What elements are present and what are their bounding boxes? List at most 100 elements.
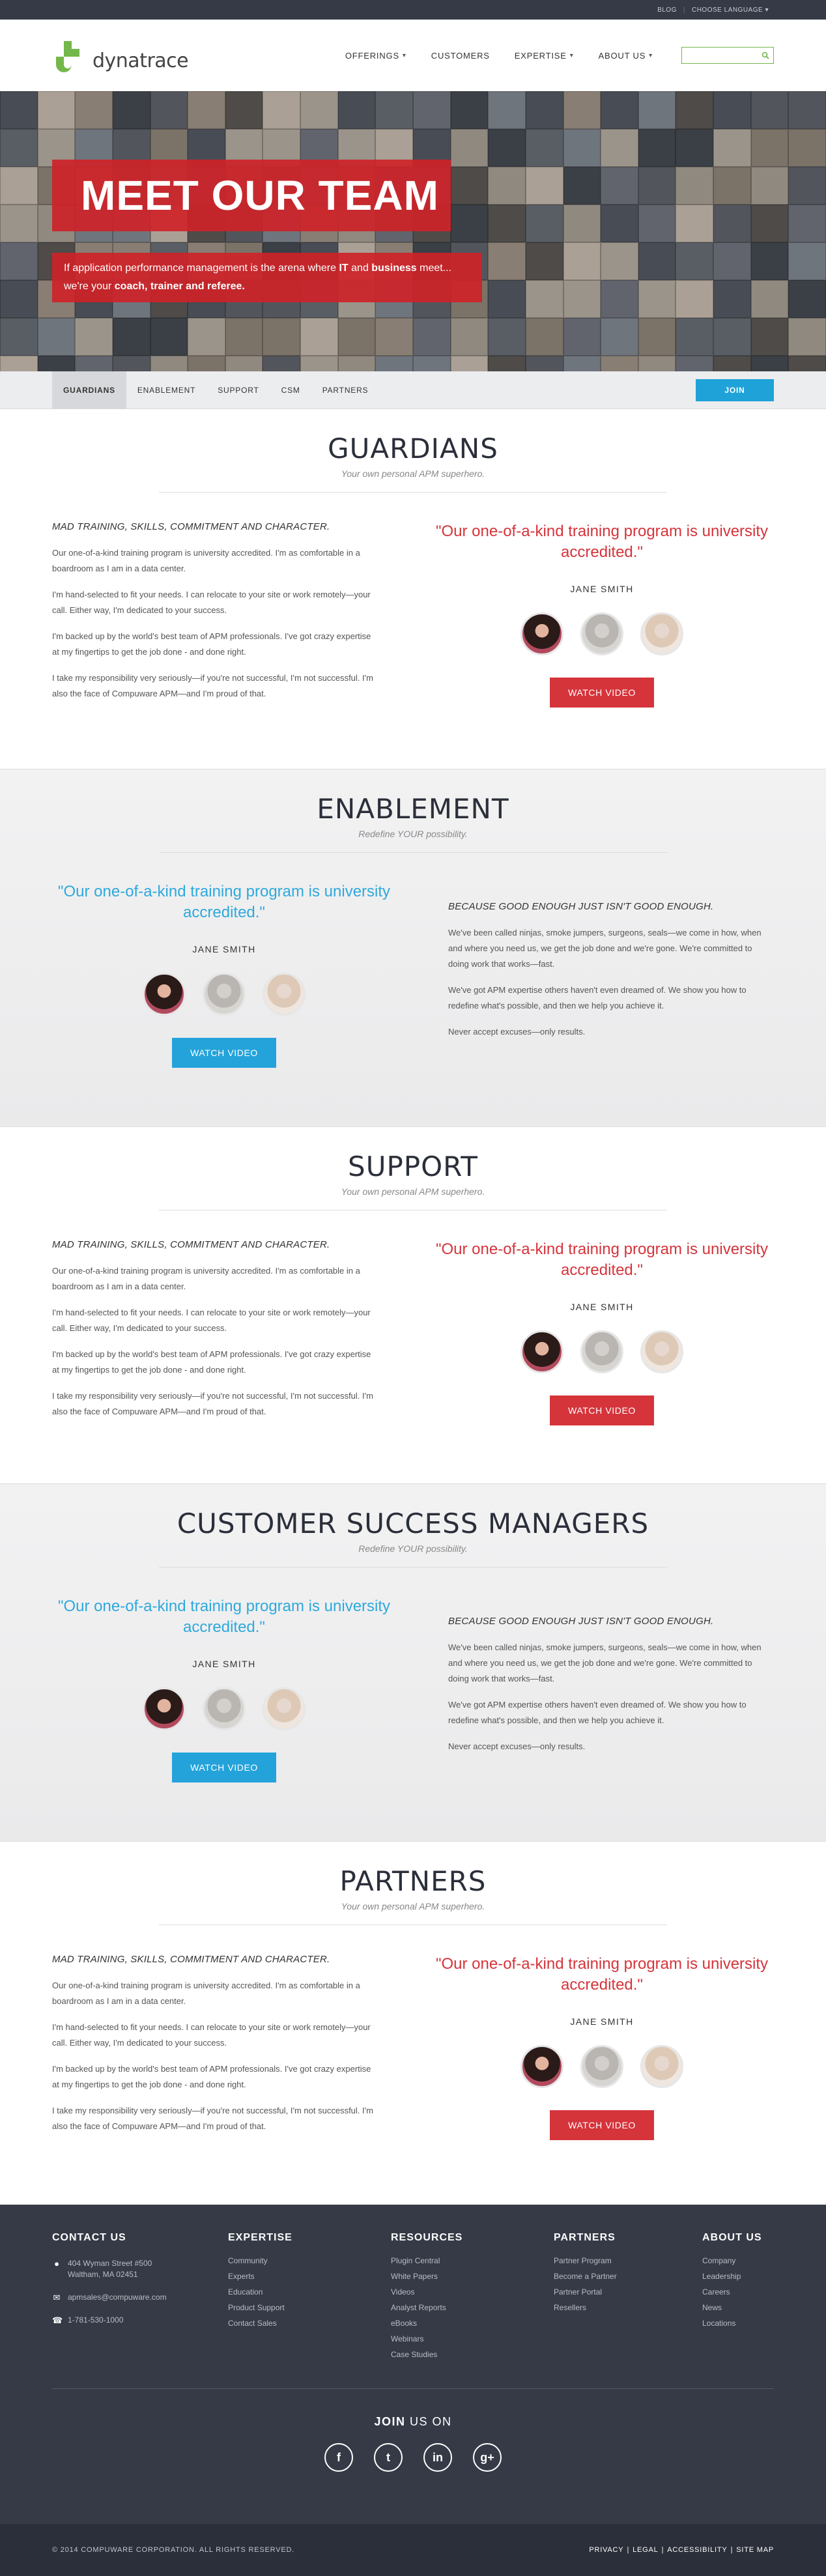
- watch-video-button[interactable]: WATCH VIDEO: [550, 678, 654, 708]
- phone-number[interactable]: 1-781-530-1000: [68, 2315, 123, 2326]
- footer-link[interactable]: Education: [228, 2284, 391, 2300]
- avatar[interactable]: [263, 973, 306, 1016]
- section-copy: MAD TRAINING, SKILLS, COMMITMENT AND CHA…: [52, 1239, 378, 1430]
- copyright: © 2014 COMPUWARE CORPORATION. ALL RIGHTS…: [52, 2546, 295, 2554]
- footer-link[interactable]: Plugin Central: [391, 2253, 554, 2268]
- footer-link[interactable]: Become a Partner: [554, 2268, 702, 2284]
- section-columns: "Our one-of-a-kind training program is u…: [0, 881, 826, 1068]
- section-header: GUARDIANS Your own personal APM superher…: [0, 433, 826, 493]
- paragraph: I take my responsibility very seriously—…: [52, 2106, 373, 2131]
- watch-video-button[interactable]: WATCH VIDEO: [550, 2110, 654, 2140]
- hero-title-box: MEET OUR TEAM: [52, 160, 451, 231]
- linkedin-icon[interactable]: in: [423, 2443, 452, 2472]
- paragraph: Never accept excuses—only results.: [448, 1741, 586, 1751]
- watch-video-button[interactable]: WATCH VIDEO: [172, 1753, 276, 1782]
- nav-expertise[interactable]: EXPERTISE ▾: [515, 51, 574, 61]
- footer-link[interactable]: Locations: [702, 2315, 762, 2331]
- avatar[interactable]: [203, 1687, 246, 1730]
- section-copy: MAD TRAINING, SKILLS, COMMITMENT AND CHA…: [52, 521, 378, 712]
- facebook-icon[interactable]: f: [324, 2443, 353, 2472]
- footer-link[interactable]: Experts: [228, 2268, 391, 2284]
- footer-link[interactable]: Contact Sales: [228, 2315, 391, 2331]
- twitter-icon[interactable]: t: [374, 2443, 403, 2472]
- footer-link[interactable]: Case Studies: [391, 2347, 554, 2362]
- subnav-support[interactable]: SUPPORT: [206, 371, 270, 409]
- footer-link[interactable]: Videos: [391, 2284, 554, 2300]
- avatar[interactable]: [263, 1687, 306, 1730]
- section-csm: CUSTOMER SUCCESS MANAGERS Redefine YOUR …: [0, 1484, 826, 1842]
- footer-heading: PARTNERS: [554, 2232, 616, 2243]
- avatar[interactable]: [520, 2045, 563, 2088]
- nav-label: EXPERTISE: [514, 50, 567, 61]
- chevron-down-icon: ▾: [765, 6, 769, 14]
- paragraph: We've got APM expertise others haven't e…: [448, 985, 747, 1010]
- avatar[interactable]: [203, 973, 246, 1016]
- accessibility-link[interactable]: ACCESSIBILITY: [667, 2546, 727, 2554]
- nav-about-us[interactable]: ABOUT US ▾: [599, 51, 653, 61]
- email-link[interactable]: apmsales@compuware.com: [68, 2292, 167, 2303]
- nav-offerings[interactable]: OFFERINGS ▾: [345, 51, 406, 61]
- footer-link[interactable]: News: [702, 2300, 762, 2315]
- paragraph: I'm backed up by the world's best team o…: [52, 1349, 371, 1375]
- footer-heading: RESOURCES: [391, 2232, 463, 2243]
- watch-video-button[interactable]: WATCH VIDEO: [550, 1395, 654, 1425]
- footer-link[interactable]: White Papers: [391, 2268, 554, 2284]
- search-icon[interactable]: [762, 51, 769, 59]
- footer-resources: RESOURCES Plugin Central White Papers Vi…: [391, 2232, 554, 2362]
- avatar[interactable]: [580, 612, 623, 655]
- lead-heading: BECAUSE GOOD ENOUGH JUST ISN'T GOOD ENOU…: [448, 901, 714, 912]
- footer-link[interactable]: Company: [702, 2253, 762, 2268]
- google-plus-icon[interactable]: g+: [473, 2443, 502, 2472]
- paragraph: Our one-of-a-kind training program is un…: [52, 548, 360, 573]
- footer-link[interactable]: Partner Program: [554, 2253, 702, 2268]
- footer-link[interactable]: Resellers: [554, 2300, 702, 2315]
- avatar[interactable]: [640, 1330, 683, 1373]
- blog-link[interactable]: BLOG: [657, 7, 677, 14]
- nav-customers[interactable]: CUSTOMERS: [431, 51, 490, 61]
- chevron-down-icon: ▾: [569, 51, 574, 59]
- subnav-csm[interactable]: CSM: [270, 371, 311, 409]
- phone: ☎ 1-781-530-1000: [52, 2315, 228, 2326]
- footer-link[interactable]: eBooks: [391, 2315, 554, 2331]
- address: ● 404 Wyman Street #500 Waltham, MA 02451: [52, 2258, 228, 2280]
- person-name: JANE SMITH: [192, 1659, 256, 1669]
- footer-link[interactable]: Careers: [702, 2284, 762, 2300]
- brand-name: dynatrace: [93, 50, 189, 72]
- paragraph: Our one-of-a-kind training program is un…: [52, 1266, 360, 1291]
- search-input[interactable]: [682, 48, 762, 63]
- avatar[interactable]: [580, 2045, 623, 2088]
- site-map-link[interactable]: SITE MAP: [736, 2546, 774, 2554]
- section-columns: MAD TRAINING, SKILLS, COMMITMENT AND CHA…: [0, 1954, 826, 2145]
- footer-link[interactable]: Webinars: [391, 2331, 554, 2347]
- dynatrace-logo[interactable]: dynatrace: [52, 37, 189, 74]
- watch-video-button[interactable]: WATCH VIDEO: [172, 1038, 276, 1068]
- hero-sub-business: business: [371, 263, 417, 274]
- footer-link[interactable]: Product Support: [228, 2300, 391, 2315]
- legal-link[interactable]: LEGAL: [633, 2546, 658, 2554]
- avatar[interactable]: [520, 612, 563, 655]
- section-enablement: ENABLEMENT Redefine YOUR possibility. "O…: [0, 769, 826, 1127]
- avatar[interactable]: [520, 1330, 563, 1373]
- subnav-guardians[interactable]: GUARDIANS: [52, 371, 126, 409]
- privacy-link[interactable]: PRIVACY: [589, 2546, 623, 2554]
- footer-link[interactable]: Partner Portal: [554, 2284, 702, 2300]
- subnav-enablement[interactable]: ENABLEMENT: [126, 371, 206, 409]
- legal-separator: |: [627, 2546, 630, 2554]
- paragraph: I'm hand-selected to fit your needs. I c…: [52, 1308, 371, 1333]
- hero-sub-text: If application performance management is…: [64, 263, 337, 274]
- footer-link[interactable]: Community: [228, 2253, 391, 2268]
- quote: "Our one-of-a-kind training program is u…: [57, 883, 391, 921]
- avatar[interactable]: [580, 1330, 623, 1373]
- subnav-partners[interactable]: PARTNERS: [311, 371, 380, 409]
- join-us-heading: JOIN US ON: [0, 2415, 826, 2429]
- join-button[interactable]: JOIN: [696, 379, 774, 401]
- testimonial: "Our one-of-a-kind training program is u…: [52, 881, 396, 1068]
- choose-language-link[interactable]: CHOOSE LANGUAGE ▾: [692, 7, 769, 14]
- footer-link[interactable]: Leadership: [702, 2268, 762, 2284]
- footer-link[interactable]: Analyst Reports: [391, 2300, 554, 2315]
- avatar[interactable]: [143, 1687, 186, 1730]
- chevron-down-icon: ▾: [402, 51, 406, 59]
- avatar[interactable]: [143, 973, 186, 1016]
- avatar[interactable]: [640, 2045, 683, 2088]
- avatar[interactable]: [640, 612, 683, 655]
